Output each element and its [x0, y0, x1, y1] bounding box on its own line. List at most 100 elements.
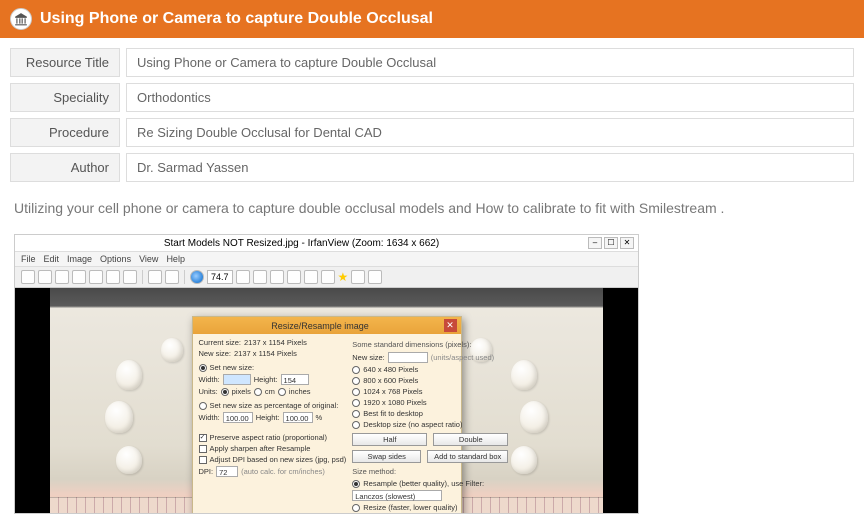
save-icon[interactable] [55, 270, 69, 284]
maximize-button[interactable]: ☐ [604, 237, 618, 249]
menu-edit[interactable]: Edit [44, 254, 60, 264]
new-size-value: 2137 x 1154 Pixels [234, 349, 297, 358]
about-icon[interactable] [368, 270, 382, 284]
menu-view[interactable]: View [139, 254, 158, 264]
dialog-left-column: Current size: 2137 x 1154 Pixels New siz… [199, 338, 347, 513]
resample-label: Resample (better quality), use Filter: [363, 479, 484, 488]
pct-suffix: % [316, 413, 323, 422]
menu-file[interactable]: File [21, 254, 36, 264]
resample-radio[interactable] [352, 480, 360, 488]
std-640-radio[interactable] [352, 366, 360, 374]
image-canvas: Resize/Resample image ✕ Current size: 21… [15, 288, 638, 513]
new-size-label: New size: [199, 349, 232, 358]
last-file-icon[interactable] [287, 270, 301, 284]
newsize-dropdown[interactable] [388, 352, 428, 363]
first-file-icon[interactable] [270, 270, 284, 284]
preserve-aspect-checkbox[interactable] [199, 434, 207, 442]
height-input[interactable]: 154 [281, 374, 309, 385]
filter-dropdown[interactable]: Lanczos (slowest) [352, 490, 442, 501]
current-size-label: Current size: [199, 338, 242, 347]
add-std-button[interactable]: Add to standard box [427, 450, 508, 463]
dialog-titlebar[interactable]: Resize/Resample image ✕ [193, 317, 461, 334]
units-pixels-radio[interactable] [221, 388, 229, 396]
std-1920-radio[interactable] [352, 399, 360, 407]
std-800-label: 800 x 600 Pixels [363, 376, 418, 385]
newsize-hint: (units/aspect used) [431, 353, 494, 362]
std-desktop-label: Desktop size (no aspect ratio) [363, 420, 462, 429]
dpi-label: DPI: [199, 467, 214, 476]
window-title: Start Models NOT Resized.jpg - IrfanView… [15, 238, 588, 249]
open-icon[interactable] [21, 270, 35, 284]
size-method-header: Size method: [352, 467, 508, 476]
tooth [511, 360, 537, 390]
std-800-radio[interactable] [352, 377, 360, 385]
next-page-icon[interactable] [253, 270, 267, 284]
zoom-field[interactable]: 74.7 [207, 270, 233, 284]
pct-width-input[interactable]: 100.00 [223, 412, 253, 423]
meta-value: Using Phone or Camera to capture Double … [126, 48, 854, 77]
menu-image[interactable]: Image [67, 254, 92, 264]
std-bestfit-label: Best fit to desktop [363, 409, 423, 418]
units-inches-radio[interactable] [278, 388, 286, 396]
set-pct-label: Set new size as percentage of original: [210, 401, 339, 410]
delete-icon[interactable] [72, 270, 86, 284]
meta-row-resource-title: Resource Title Using Phone or Camera to … [10, 48, 854, 77]
units-cm-radio[interactable] [254, 388, 262, 396]
sharpen-checkbox[interactable] [199, 445, 207, 453]
irfanview-toolbar: 74.7 ★ [15, 267, 638, 288]
pct-height-input[interactable]: 100.00 [283, 412, 313, 423]
double-button[interactable]: Double [433, 433, 508, 446]
menu-help[interactable]: Help [166, 254, 185, 264]
close-button[interactable]: ✕ [620, 237, 634, 249]
slideshow-icon[interactable] [38, 270, 52, 284]
half-button[interactable]: Half [352, 433, 427, 446]
cut-icon[interactable] [89, 270, 103, 284]
tooth [520, 401, 548, 433]
tooth [511, 446, 537, 474]
dialog-right-column: Some standard dimensions (pixels): New s… [352, 338, 508, 513]
std-bestfit-radio[interactable] [352, 410, 360, 418]
meta-label: Speciality [10, 83, 120, 112]
tooth [116, 446, 142, 474]
sharpen-label: Apply sharpen after Resample [210, 444, 311, 453]
current-size-value: 2137 x 1154 Pixels [244, 338, 307, 347]
resize-radio[interactable] [352, 504, 360, 512]
tooth [105, 401, 133, 433]
dpi-input[interactable]: 72 [216, 466, 238, 477]
menu-options[interactable]: Options [100, 254, 131, 264]
std-1024-radio[interactable] [352, 388, 360, 396]
height-label: Height: [254, 375, 278, 384]
meta-label: Author [10, 153, 120, 182]
width-input[interactable] [223, 374, 251, 385]
dialog-close-button[interactable]: ✕ [444, 319, 457, 332]
adjust-dpi-checkbox[interactable] [199, 456, 207, 464]
tooth [116, 360, 142, 390]
star-icon[interactable]: ★ [338, 270, 349, 284]
minimize-button[interactable]: – [588, 237, 602, 249]
meta-row-speciality: Speciality Orthodontics [10, 83, 854, 112]
meta-row-procedure: Procedure Re Sizing Double Occlusal for … [10, 118, 854, 147]
set-new-size-label: Set new size: [210, 363, 255, 372]
toolbar-separator [184, 270, 185, 284]
zoom-in-icon[interactable] [148, 270, 162, 284]
set-pct-radio[interactable] [199, 402, 207, 410]
set-new-size-radio[interactable] [199, 364, 207, 372]
next-file-icon[interactable] [321, 270, 335, 284]
std-desktop-radio[interactable] [352, 421, 360, 429]
copy-icon[interactable] [106, 270, 120, 284]
irfanview-menubar: File Edit Image Options View Help [15, 252, 638, 267]
pct-width-label: Width: [199, 413, 220, 422]
newsize-dd-label: New size: [352, 353, 385, 362]
prev-page-icon[interactable] [236, 270, 250, 284]
page-title: Using Phone or Camera to capture Double … [40, 10, 433, 28]
prev-file-icon[interactable] [304, 270, 318, 284]
institution-icon [10, 8, 32, 30]
dialog-title: Resize/Resample image [197, 321, 444, 331]
zoom-out-icon[interactable] [165, 270, 179, 284]
swap-sides-button[interactable]: Swap sides [352, 450, 421, 463]
globe-icon[interactable] [190, 270, 204, 284]
page-header: Using Phone or Camera to capture Double … [0, 0, 864, 38]
info-icon[interactable] [123, 270, 137, 284]
settings-icon[interactable] [351, 270, 365, 284]
meta-value: Orthodontics [126, 83, 854, 112]
